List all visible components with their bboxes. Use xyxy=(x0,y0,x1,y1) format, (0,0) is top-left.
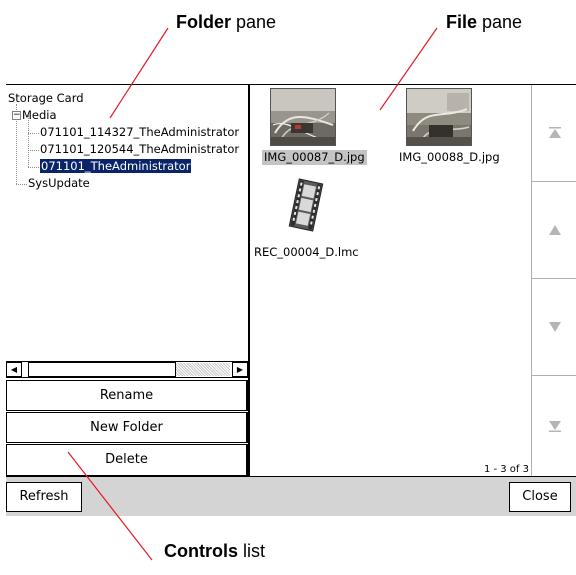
scroll-down-icon[interactable] xyxy=(532,279,576,376)
scrollbar-track[interactable] xyxy=(176,363,230,376)
tree-node-folder-3-selected[interactable]: 071101_TheAdministrator xyxy=(40,158,192,175)
tree-node-label: 071101_114327_TheAdministrator xyxy=(40,125,240,139)
scroll-right-arrow-icon[interactable]: ▶ xyxy=(232,362,248,377)
tree-guide-line xyxy=(28,133,39,134)
file-count-label: 1 - 3 of 3 xyxy=(483,464,529,475)
file-pane-callout: File pane xyxy=(446,12,523,32)
film-reel-icon xyxy=(286,177,326,233)
scroll-top-icon[interactable] xyxy=(532,85,576,182)
tree-guide-line xyxy=(28,167,39,168)
bottom-toolbar: Refresh Close xyxy=(6,476,576,516)
tree-node-folder-2[interactable]: 071101_120544_TheAdministrator xyxy=(40,141,239,158)
delete-button[interactable]: Delete xyxy=(6,444,248,476)
file-name-label: REC_00004_D.lmc xyxy=(254,245,359,259)
tree-node-label: SysUpdate xyxy=(28,176,90,190)
scroll-left-arrow-icon[interactable]: ◀ xyxy=(6,362,22,377)
tree-node-label: 071101_120544_TheAdministrator xyxy=(40,142,240,156)
tree-guide-line xyxy=(16,184,27,185)
scrollbar-thumb[interactable] xyxy=(28,362,176,377)
tree-node-sysupdate[interactable]: SysUpdate xyxy=(28,175,90,192)
tree-node-label: 071101_TheAdministrator xyxy=(40,159,192,173)
collapse-minus-icon[interactable]: − xyxy=(12,111,21,120)
folder-pane-callout: Folder pane xyxy=(176,12,277,32)
close-button[interactable]: Close xyxy=(509,482,571,512)
scroll-bottom-icon[interactable] xyxy=(532,376,576,476)
tree-node-label: Storage Card xyxy=(8,91,84,105)
file-name-label: IMG_00088_D.jpg xyxy=(399,150,500,164)
photo-thumbnail xyxy=(270,88,336,146)
photo-thumbnail xyxy=(406,88,472,146)
tree-node-root[interactable]: Storage Card xyxy=(8,90,84,107)
tree-node-label: Media xyxy=(22,108,57,122)
folder-horizontal-scrollbar[interactable]: ◀ ▶ xyxy=(6,361,248,378)
file-navigation-strip xyxy=(531,85,576,476)
tree-node-media[interactable]: Media xyxy=(22,107,57,124)
scroll-up-icon[interactable] xyxy=(532,182,576,279)
rename-button[interactable]: Rename xyxy=(6,380,248,411)
folder-pane[interactable]: Storage Card − Media 071101_114327_TheAd… xyxy=(6,85,248,361)
controls-list-callout: Controls list xyxy=(164,541,265,561)
file-pane[interactable]: IMG_00087_D.jpg IMG_00088_D.jpg REC_0000… xyxy=(250,85,531,476)
file-manager-screen: Storage Card − Media 071101_114327_TheAd… xyxy=(6,84,576,516)
file-name-label: IMG_00087_D.jpg xyxy=(262,150,367,165)
tree-guide-line xyxy=(28,150,39,151)
tree-node-folder-1[interactable]: 071101_114327_TheAdministrator xyxy=(40,124,239,141)
new-folder-button[interactable]: New Folder xyxy=(6,412,248,443)
refresh-button[interactable]: Refresh xyxy=(6,482,82,512)
